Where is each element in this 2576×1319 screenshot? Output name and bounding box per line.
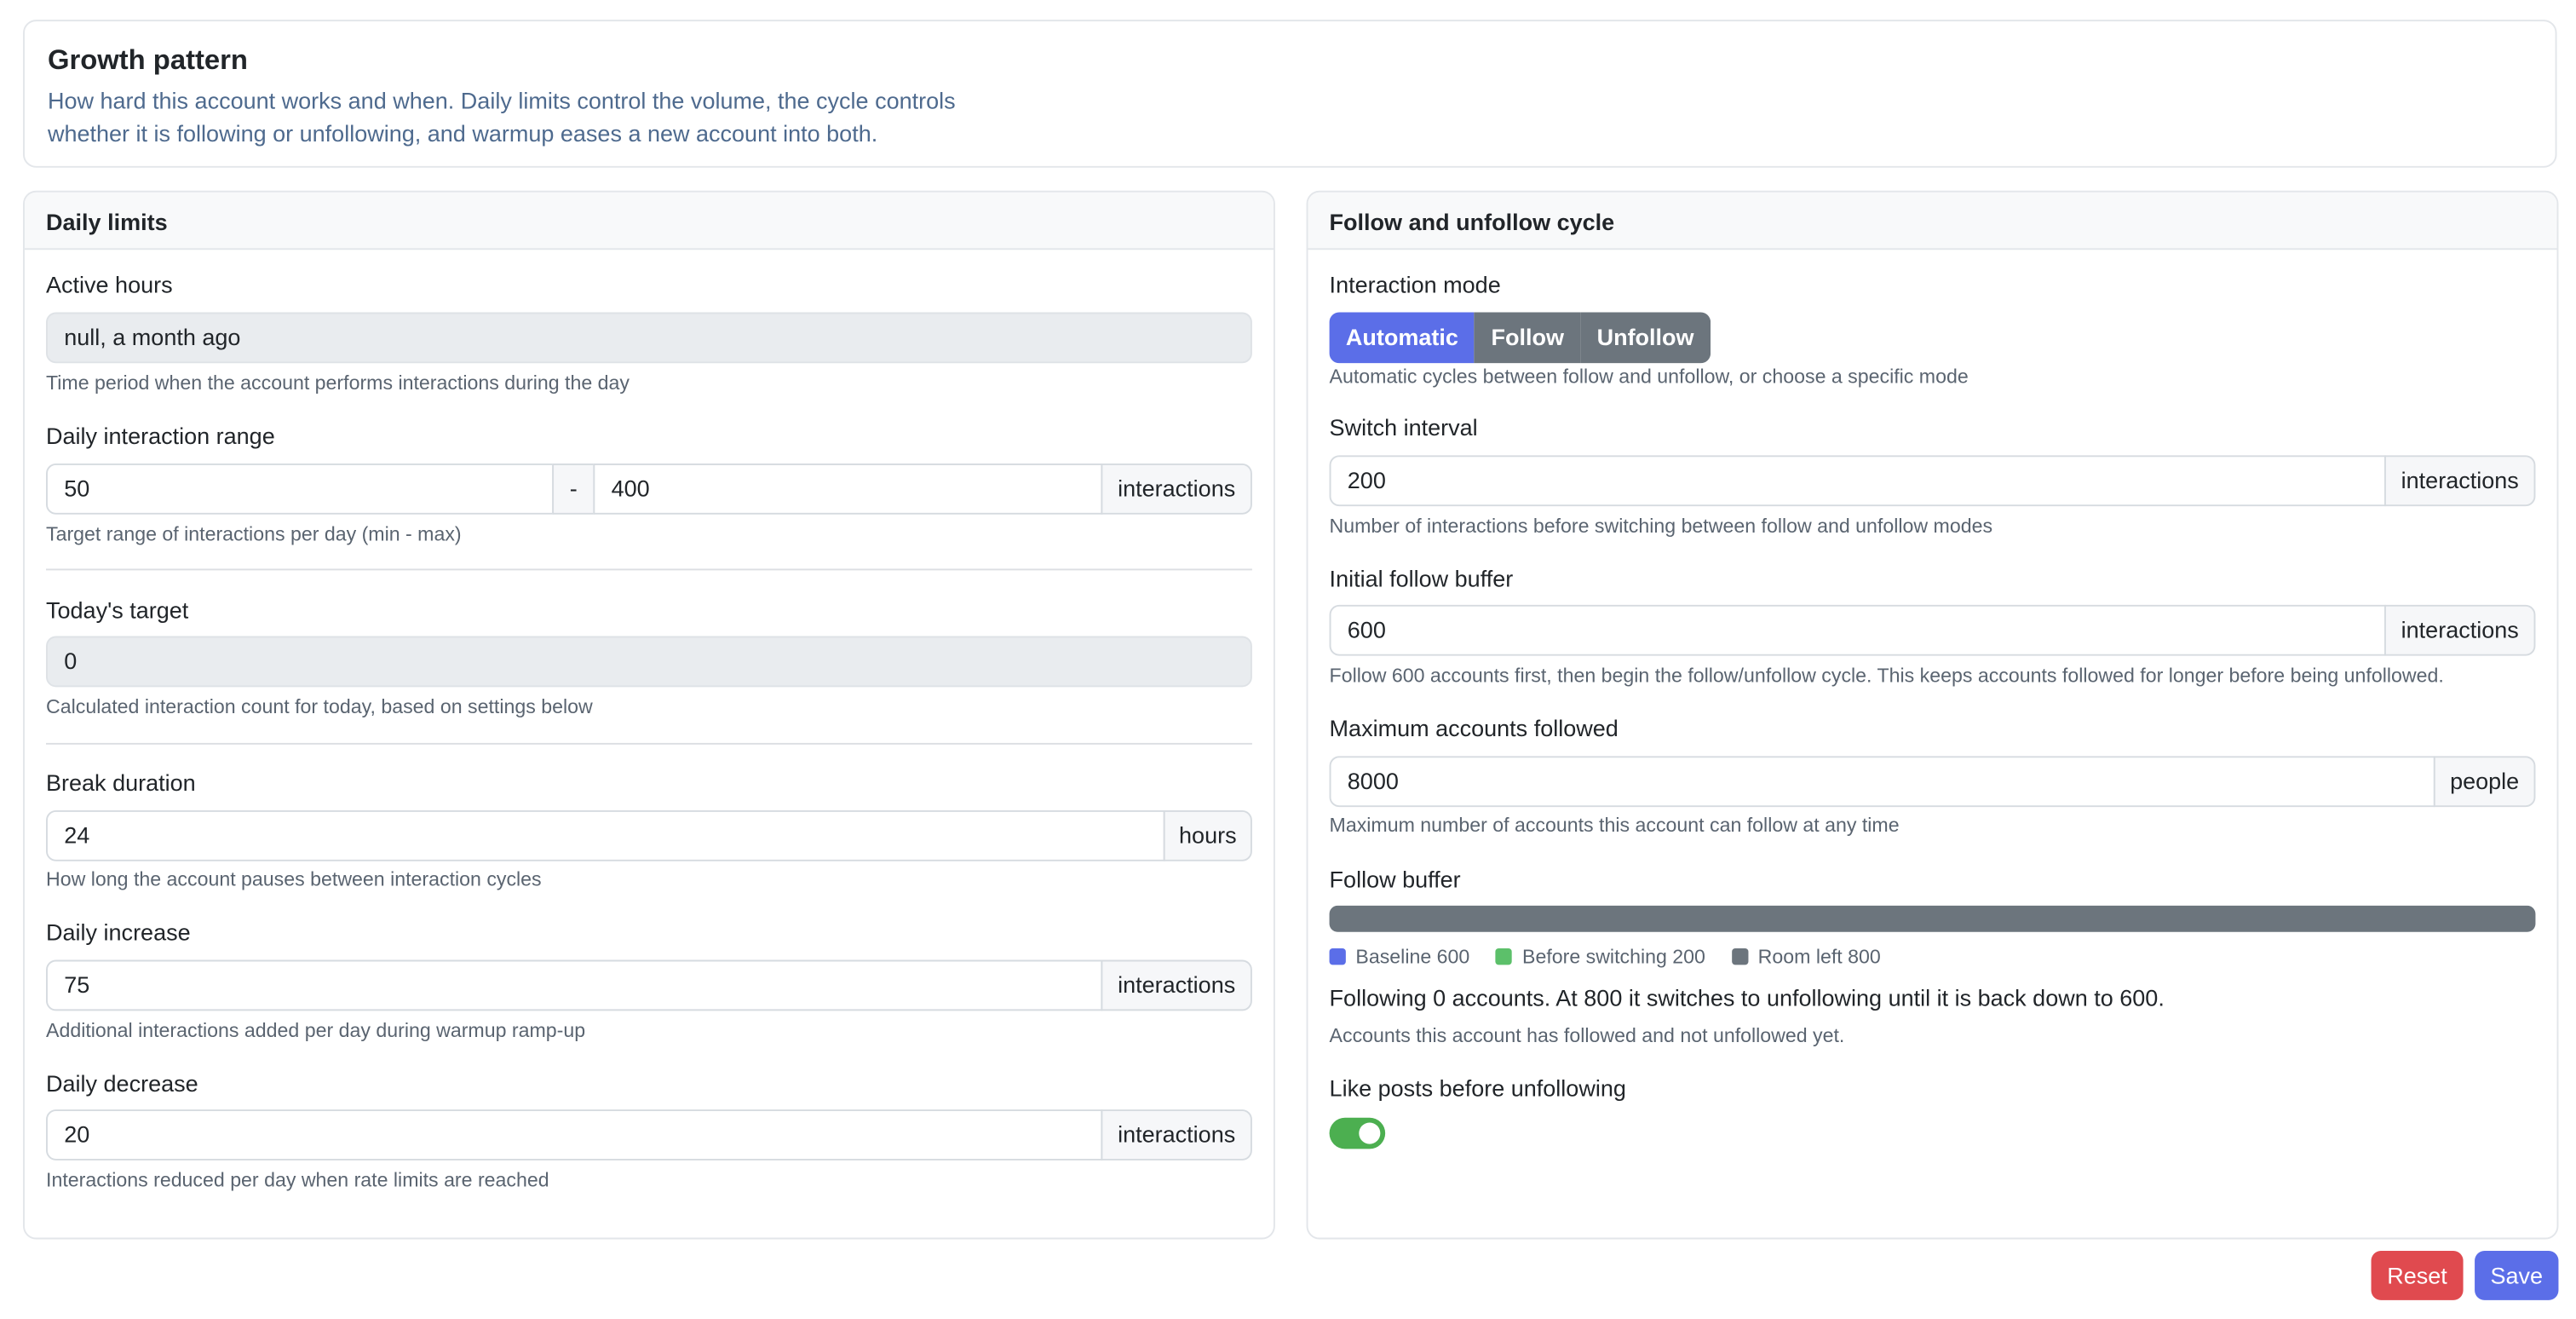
break-duration-input[interactable]: 24: [46, 809, 1165, 861]
active-hours-help: Time period when the account performs in…: [46, 371, 630, 395]
range-separator: -: [552, 463, 595, 515]
daily-increase-input[interactable]: 75: [46, 959, 1103, 1011]
break-duration-unit: hours: [1163, 809, 1252, 861]
range-label: Daily interaction range: [46, 422, 275, 449]
today-target-help: Calculated interaction count for today, …: [46, 694, 593, 718]
range-min-input[interactable]: 50: [46, 463, 555, 515]
legend-swatch: [1731, 948, 1749, 965]
range-max-input[interactable]: 400: [593, 463, 1103, 515]
panel-title: Follow and unfollow cycle: [1308, 192, 2557, 251]
daily-increase-help: Additional interactions added per day du…: [46, 1018, 586, 1042]
switch-interval-label: Switch interval: [1329, 414, 1478, 441]
legend-label: Before switching 200: [1522, 945, 1705, 969]
daily-limits-panel: Daily limits Active hours null, a month …: [23, 190, 1275, 1240]
follow-buffer-help: Accounts this account has followed and n…: [1329, 1023, 1845, 1047]
today-target-label: Today's target: [46, 596, 189, 624]
initial-buffer-unit: interactions: [2383, 604, 2536, 656]
break-duration-label: Break duration: [46, 769, 196, 796]
active-hours-field[interactable]: null, a month ago: [46, 312, 1252, 364]
max-followed-label: Maximum accounts followed: [1329, 715, 1619, 741]
legend-swatch: [1329, 948, 1346, 965]
initial-buffer-label: Initial follow buffer: [1329, 565, 1514, 592]
daily-decrease-input[interactable]: 20: [46, 1109, 1103, 1161]
max-followed-unit: people: [2433, 756, 2536, 808]
range-unit: interactions: [1101, 463, 1252, 515]
follow-buffer-bar: [1329, 905, 2536, 932]
range-help: Target range of interactions per day (mi…: [46, 522, 462, 546]
follow-buffer-legend: Baseline 600 Before switching 200 Room l…: [1329, 945, 1881, 969]
switch-interval-unit: interactions: [2383, 455, 2536, 507]
legend-baseline: Baseline 600: [1329, 945, 1470, 969]
follow-cycle-panel: Follow and unfollow cycle Interaction mo…: [1306, 190, 2559, 1240]
switch-interval-input[interactable]: 200: [1329, 455, 2386, 507]
divider: [46, 742, 1252, 745]
legend-label: Room left 800: [1757, 945, 1881, 969]
max-followed-help: Maximum number of accounts this account …: [1329, 813, 1900, 837]
legend-before-switching: Before switching 200: [1496, 945, 1705, 968]
max-followed-input[interactable]: 8000: [1329, 756, 2435, 808]
like-posts-toggle[interactable]: [1329, 1117, 1386, 1149]
daily-decrease-unit: interactions: [1101, 1109, 1252, 1161]
active-hours-label: Active hours: [46, 271, 173, 298]
switch-interval-help: Number of interactions before switching …: [1329, 514, 1993, 538]
page-description: How hard this account works and when. Da…: [47, 87, 956, 147]
follow-buffer-status: Following 0 accounts. At 800 it switches…: [1329, 984, 2165, 1011]
legend-label: Baseline 600: [1355, 945, 1470, 969]
today-target-field[interactable]: 0: [46, 636, 1252, 688]
save-button[interactable]: Save: [2475, 1250, 2559, 1300]
like-posts-label: Like posts before unfollowing: [1329, 1074, 1626, 1102]
initial-buffer-input[interactable]: 600: [1329, 604, 2386, 656]
daily-decrease-help: Interactions reduced per day when rate l…: [46, 1168, 549, 1192]
daily-increase-label: Daily increase: [46, 919, 191, 946]
follow-buffer-label: Follow buffer: [1329, 866, 1461, 893]
mode-automatic-button[interactable]: Automatic: [1329, 312, 1475, 364]
daily-increase-unit: interactions: [1101, 959, 1252, 1011]
legend-room-left: Room left 800: [1731, 945, 1881, 969]
divider: [46, 568, 1252, 571]
break-duration-help: How long the account pauses between inte…: [46, 867, 542, 891]
initial-buffer-help: Follow 600 accounts first, then begin th…: [1329, 664, 2444, 688]
reset-button[interactable]: Reset: [2371, 1250, 2464, 1300]
daily-decrease-label: Daily decrease: [46, 1069, 198, 1097]
interaction-mode-selector: Automatic Follow Unfollow: [1329, 312, 1711, 364]
legend-swatch: [1496, 948, 1513, 965]
toggle-knob: [1359, 1122, 1381, 1144]
page-title: Growth pattern: [47, 44, 248, 76]
growth-pattern-card: Growth pattern How hard this account wor…: [23, 20, 2557, 168]
interaction-mode-label: Interaction mode: [1329, 271, 1501, 298]
panel-title: Daily limits: [24, 192, 1274, 251]
mode-unfollow-button[interactable]: Unfollow: [1580, 312, 1711, 364]
interaction-mode-help: Automatic cycles between follow and unfo…: [1329, 365, 1969, 389]
mode-follow-button[interactable]: Follow: [1475, 312, 1581, 364]
